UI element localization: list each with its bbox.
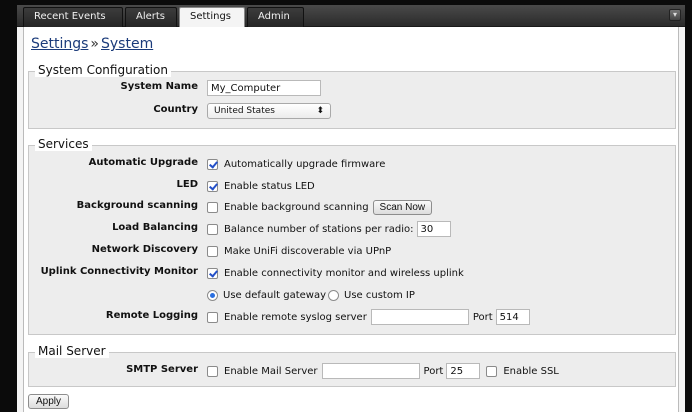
section-title-services: Services [35, 137, 92, 151]
background-scanning-row: Background scanning Enable background sc… [29, 198, 675, 216]
automatic-upgrade-checkbox[interactable] [207, 158, 218, 170]
mail-server-section: Mail Server SMTP Server Enable Mail Serv… [28, 344, 676, 387]
custom-ip-radio[interactable] [328, 289, 339, 301]
remote-logging-text: Enable remote syslog server [224, 311, 367, 323]
tab-settings[interactable]: Settings [179, 7, 245, 27]
country-select[interactable]: United States ⬍ [207, 103, 331, 119]
network-discovery-checkbox[interactable] [207, 245, 218, 257]
enable-ssl-checkbox[interactable] [486, 365, 498, 377]
uplink-gateway-row: Use default gateway Use custom IP [29, 286, 675, 304]
services-section: Services Automatic Upgrade Automatically… [28, 137, 676, 335]
led-row: LED Enable status LED [29, 177, 675, 195]
settings-content: Settings» System System Configuration Sys… [23, 27, 679, 412]
breadcrumb-settings-link[interactable]: Settings [31, 36, 88, 52]
tab-recent-events[interactable]: Recent Events [23, 7, 123, 27]
uplink-monitor-label: Uplink Connectivity Monitor [40, 266, 198, 277]
syslog-server-input[interactable] [370, 309, 469, 325]
syslog-port-input[interactable] [495, 309, 530, 325]
country-row: Country United States ⬍ [29, 102, 675, 120]
breadcrumb-system-link[interactable]: System [101, 36, 153, 52]
led-checkbox[interactable] [207, 180, 218, 192]
smtp-server-label: SMTP Server [126, 364, 198, 375]
smtp-server-input[interactable] [321, 363, 420, 379]
section-title-mail-server: Mail Server [35, 344, 109, 358]
load-balancing-checkbox[interactable] [207, 223, 218, 235]
network-discovery-text: Make UniFi discoverable via UPnP [224, 245, 392, 257]
select-arrows-icon: ⬍ [316, 106, 324, 116]
breadcrumb-separator: » [90, 36, 99, 52]
network-discovery-label: Network Discovery [91, 244, 198, 255]
scan-now-button[interactable]: Scan Now [372, 199, 433, 215]
automatic-upgrade-row: Automatic Upgrade Automatically upgrade … [29, 155, 675, 173]
led-label: LED [176, 179, 198, 190]
system-configuration-section: System Configuration System Name Country… [28, 63, 676, 129]
uplink-monitor-row: Uplink Connectivity Monitor Enable conne… [29, 264, 675, 282]
default-gateway-text: Use default gateway [223, 289, 326, 301]
country-label: Country [153, 104, 198, 115]
automatic-upgrade-label: Automatic Upgrade [88, 157, 198, 168]
uplink-monitor-checkbox[interactable] [207, 267, 218, 279]
background-scanning-text: Enable background scanning [224, 201, 369, 213]
apply-button[interactable]: Apply [28, 394, 70, 409]
led-text: Enable status LED [224, 180, 315, 192]
load-balancing-text: Balance number of stations per radio: [224, 223, 414, 235]
breadcrumb: Settings» System [31, 36, 153, 52]
section-title-system-configuration: System Configuration [35, 63, 171, 77]
remote-logging-row: Remote Logging Enable remote syslog serv… [29, 308, 675, 326]
country-selected-value: United States [214, 106, 275, 116]
system-name-label: System Name [120, 81, 198, 92]
tab-alerts[interactable]: Alerts [125, 7, 177, 27]
background-scanning-label: Background scanning [76, 200, 198, 211]
system-name-input[interactable] [207, 80, 321, 96]
stations-per-radio-input[interactable] [416, 221, 451, 237]
custom-ip-text: Use custom IP [344, 289, 415, 301]
syslog-port-label: Port [472, 311, 493, 323]
system-name-row: System Name [29, 79, 675, 97]
mail-server-text: Enable Mail Server [224, 365, 318, 377]
automatic-upgrade-text: Automatically upgrade firmware [224, 158, 386, 170]
default-gateway-radio[interactable] [207, 289, 218, 301]
window-menu-icon[interactable]: ▾ [669, 9, 681, 21]
tab-bar: Recent Events Alerts Settings Admin ▾ [17, 5, 685, 27]
background-scanning-checkbox[interactable] [207, 201, 218, 213]
app-window: Recent Events Alerts Settings Admin ▾ Se… [17, 5, 685, 412]
remote-logging-checkbox[interactable] [207, 311, 218, 323]
tab-admin[interactable]: Admin [247, 7, 304, 27]
load-balancing-row: Load Balancing Balance number of station… [29, 220, 675, 238]
remote-logging-label: Remote Logging [105, 310, 198, 321]
network-discovery-row: Network Discovery Make UniFi discoverabl… [29, 242, 675, 260]
load-balancing-label: Load Balancing [112, 222, 198, 233]
smtp-port-label: Port [423, 365, 444, 377]
uplink-monitor-text: Enable connectivity monitor and wireless… [224, 267, 464, 279]
smtp-port-input[interactable] [446, 363, 481, 379]
smtp-server-row: SMTP Server Enable Mail Server Port Enab… [29, 362, 675, 380]
enable-ssl-text: Enable SSL [503, 365, 559, 377]
mail-server-checkbox[interactable] [207, 365, 218, 377]
